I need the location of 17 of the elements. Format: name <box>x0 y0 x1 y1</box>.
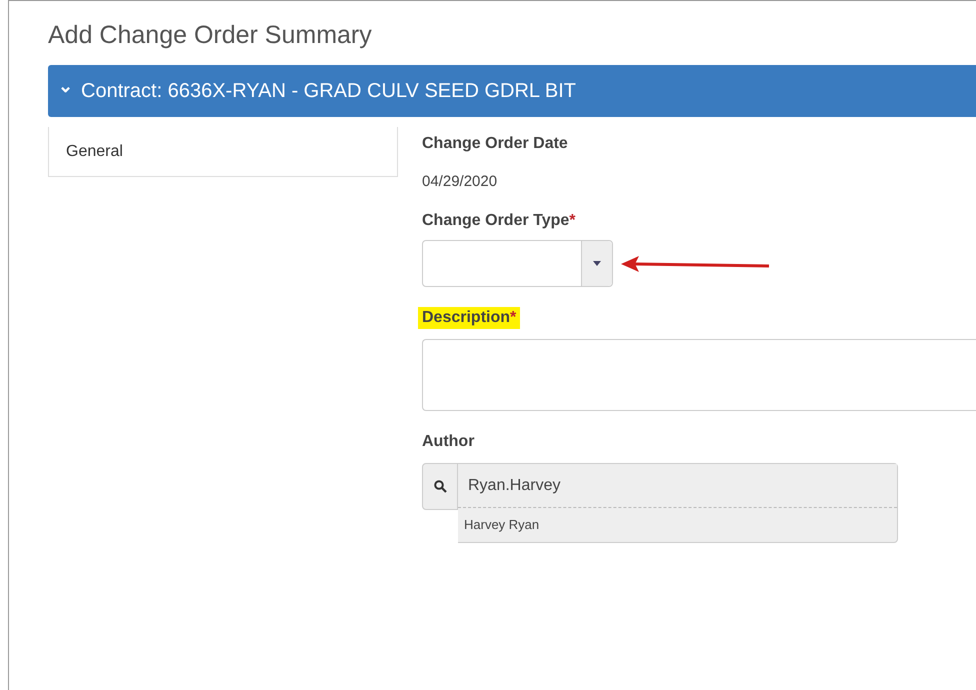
type-dropdown[interactable] <box>422 240 613 287</box>
field-label: Change Order Date <box>422 134 569 154</box>
sidebar-item[interactable]: General <box>48 127 398 177</box>
contract-header[interactable]: ⌄ Contract: 6636X-RYAN - GRAD CULV SEED GDRL BIT <box>48 65 976 117</box>
caret-icon <box>593 261 601 266</box>
field-label: Description* <box>418 307 520 329</box>
field-label: Change Order Type* <box>422 211 577 231</box>
field-label: Author <box>422 432 476 452</box>
page-title: Add Change Order Summary <box>48 21 373 51</box>
description-field[interactable] <box>422 339 976 411</box>
author-field[interactable]: Ryan.Harvey Harvey Ryan <box>458 463 898 543</box>
author-suggestion[interactable]: Harvey Ryan <box>458 508 897 542</box>
search-icon <box>434 480 446 493</box>
search-button[interactable] <box>422 463 458 510</box>
field-value: 04/29/2020 <box>422 173 498 190</box>
chevron-icon: ⌄ <box>58 77 73 95</box>
contract-label: Contract: 6636X-RYAN - GRAD CULV SEED GDRL BIT <box>81 80 576 102</box>
